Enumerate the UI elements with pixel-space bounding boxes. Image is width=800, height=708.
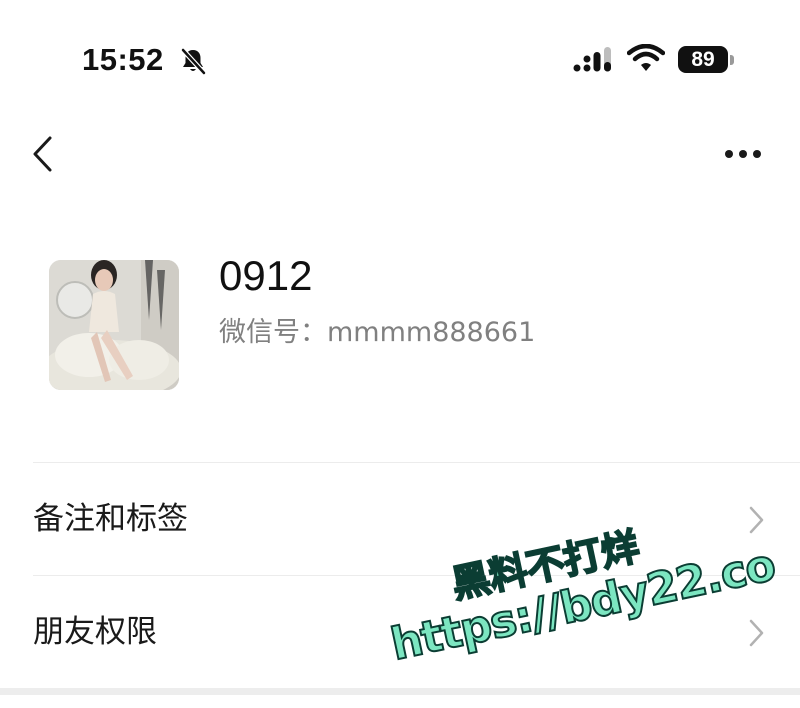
status-time: 15:52 (82, 42, 164, 77)
avatar-photo (49, 260, 179, 390)
chevron-right-icon (749, 506, 764, 534)
back-chevron-left-icon[interactable] (28, 132, 60, 176)
contact-nickname: 0912 (219, 252, 313, 299)
status-bar: 15:52 89 (0, 0, 800, 110)
section-separator (0, 688, 800, 695)
avatar[interactable] (49, 260, 179, 390)
wechat-id: 微信号：mmmm888661 (219, 317, 536, 348)
more-horizontal-icon[interactable] (720, 140, 766, 168)
list-item-remarks-and-tags[interactable]: 备注和标签 (0, 463, 800, 575)
wifi-icon (627, 44, 665, 71)
signal-icon (573, 47, 611, 72)
chevron-right-icon (749, 619, 764, 647)
list-item-friend-permissions[interactable]: 朋友权限 (0, 576, 800, 688)
battery-cap (730, 55, 734, 65)
battery-indicator: 89 (678, 46, 728, 73)
list-item-label: 备注和标签 (33, 501, 188, 537)
list-item-label: 朋友权限 (33, 614, 157, 650)
bell-off-icon (181, 48, 206, 75)
